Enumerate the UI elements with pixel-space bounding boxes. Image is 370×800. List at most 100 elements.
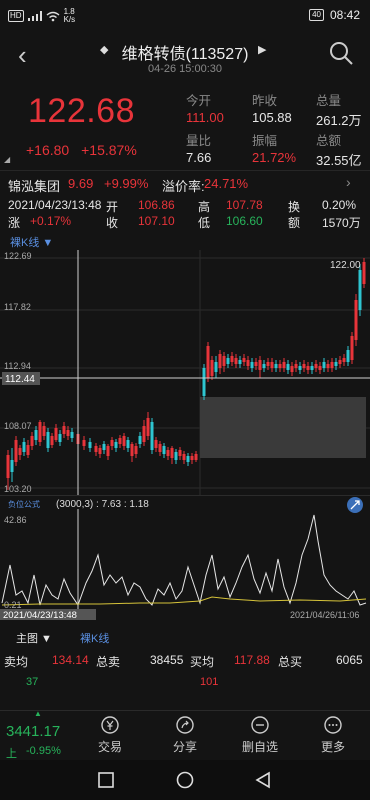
osc-y-top: 42.86 <box>4 515 27 525</box>
candle-body <box>118 438 122 444</box>
y-axis-2: 117.82 <box>4 302 31 312</box>
total-sell-value: 38455 <box>150 653 184 667</box>
candle-body <box>122 436 126 446</box>
remove-watchlist-button[interactable]: 删自选 <box>235 715 285 755</box>
underlying-price: 9.69 <box>68 176 94 191</box>
candle-body <box>94 446 98 452</box>
remove-watchlist-label: 删自选 <box>241 740 278 754</box>
total-buy-value: 6065 <box>336 653 363 667</box>
index-name: 上 <box>6 748 17 760</box>
share-label: 分享 <box>172 740 197 754</box>
candle-body <box>274 364 278 368</box>
candle-body <box>186 456 190 462</box>
back-nav-icon[interactable] <box>255 771 271 789</box>
indicator-tabs: 主图 ▼ 裸K线 <box>0 626 370 646</box>
home-icon[interactable] <box>176 771 194 789</box>
osc-x-right: 2021/04/26/11:06 <box>290 610 359 620</box>
tab-naked-kline[interactable]: 裸K线 <box>80 630 109 646</box>
candle-body <box>30 436 34 446</box>
cursor-price: 112.44 <box>5 374 35 385</box>
close-value: 107.10 <box>138 214 175 228</box>
corner-mark-icon: ◢ <box>4 155 11 164</box>
candle-body <box>134 446 138 454</box>
count-1: 37 <box>26 676 39 688</box>
stat-value: 7.66 <box>186 150 212 165</box>
candle-body <box>246 360 250 366</box>
candle-body <box>98 448 102 454</box>
more-icon <box>324 716 342 734</box>
sell-avg-value: 134.14 <box>52 653 89 667</box>
change-value: +0.17% <box>30 214 72 228</box>
cursor-date: 2021/04/23/13:48 <box>8 198 102 212</box>
price-change: +16.80 +15.87% <box>26 142 145 158</box>
last-price: 122.68 <box>28 92 135 130</box>
recent-apps-icon[interactable] <box>98 772 114 788</box>
underlying-stock-row[interactable]: 锦泓集团 9.69 +9.99% 溢价率: 24.71% › <box>0 172 370 196</box>
page-title: 维格转债(113527) <box>121 46 249 63</box>
candle-body <box>42 426 46 436</box>
amount-label: 额 <box>288 216 301 230</box>
battery-icon: 40 <box>309 9 324 21</box>
underlying-change: +9.99% <box>104 176 149 191</box>
candle-body <box>262 364 266 368</box>
candle-body <box>138 436 142 444</box>
candlestick-chart[interactable]: 122.69 117.82 112.94 108.07 103.20 112.4… <box>0 250 370 495</box>
share-button[interactable]: 分享 <box>160 715 210 755</box>
bottom-toolbar: ▲ 3441.17 上 -0.95% 交易 分享 删自选 更多 <box>0 709 370 760</box>
candle-body <box>70 432 74 438</box>
candle-body <box>190 456 194 460</box>
candle-body <box>46 432 50 448</box>
candle-body <box>238 360 242 364</box>
candle-body <box>22 442 26 452</box>
candle-body <box>10 460 14 472</box>
candle-body <box>326 364 330 368</box>
candle-body <box>14 440 18 462</box>
next-stock-icon[interactable]: ▶ <box>258 43 266 56</box>
candle-body <box>130 444 134 456</box>
total-sell-label: 总卖 <box>96 655 121 669</box>
open-label: 开 <box>106 200 119 214</box>
more-button[interactable]: 更多 <box>308 715 358 755</box>
candle-body <box>250 362 254 368</box>
candle-body <box>298 366 302 370</box>
y-axis-4: 108.07 <box>4 421 32 431</box>
candle-body <box>254 362 258 366</box>
candle-body <box>314 364 318 368</box>
candle-body <box>178 450 182 456</box>
candle-body <box>82 440 86 446</box>
candle-body <box>358 270 362 310</box>
candle-body <box>362 262 366 284</box>
candle-body <box>146 418 150 436</box>
change-abs: +16.80 <box>26 142 70 158</box>
candle-body <box>222 356 226 366</box>
high-price-label: 122.00 <box>330 260 361 271</box>
stat-value: 21.72% <box>252 150 297 165</box>
detail-row-2: 涨 +0.17% 收 107.10 低 106.60 额 1570万 <box>0 214 370 232</box>
up-arrow-icon: ▲ <box>34 709 42 718</box>
candle-body <box>162 446 166 454</box>
quote-timestamp: 04-26 15:00:30 <box>147 63 222 75</box>
yen-icon <box>101 716 119 734</box>
sell-avg-label: 卖均 <box>4 655 29 669</box>
candle-body <box>66 430 70 436</box>
y-axis-bottom: 103.20 <box>4 484 32 494</box>
stat-label: 量比 <box>186 134 212 148</box>
osc-x-left: 2021/04/23/13:48 <box>3 610 77 620</box>
candle-body <box>310 366 314 370</box>
underlying-name: 锦泓集团 <box>8 179 61 194</box>
candle-body <box>214 362 218 372</box>
candle-body <box>26 445 30 455</box>
kline-type-selector[interactable]: 裸K线 ▼ <box>10 234 53 250</box>
buy-avg-label: 买均 <box>190 655 215 669</box>
index-value[interactable]: 3441.17 <box>6 723 60 740</box>
tab-main-chart[interactable]: 主图 ▼ <box>16 630 52 646</box>
candle-body <box>270 362 274 368</box>
search-icon[interactable] <box>328 40 354 66</box>
minus-circle-icon <box>251 716 269 734</box>
settings-icon[interactable] <box>347 497 363 513</box>
stat-value: 261.2万 <box>316 113 362 128</box>
candle-body <box>226 358 230 364</box>
candle-body <box>258 360 262 370</box>
trade-button[interactable]: 交易 <box>85 715 135 755</box>
candle-body <box>290 366 294 372</box>
